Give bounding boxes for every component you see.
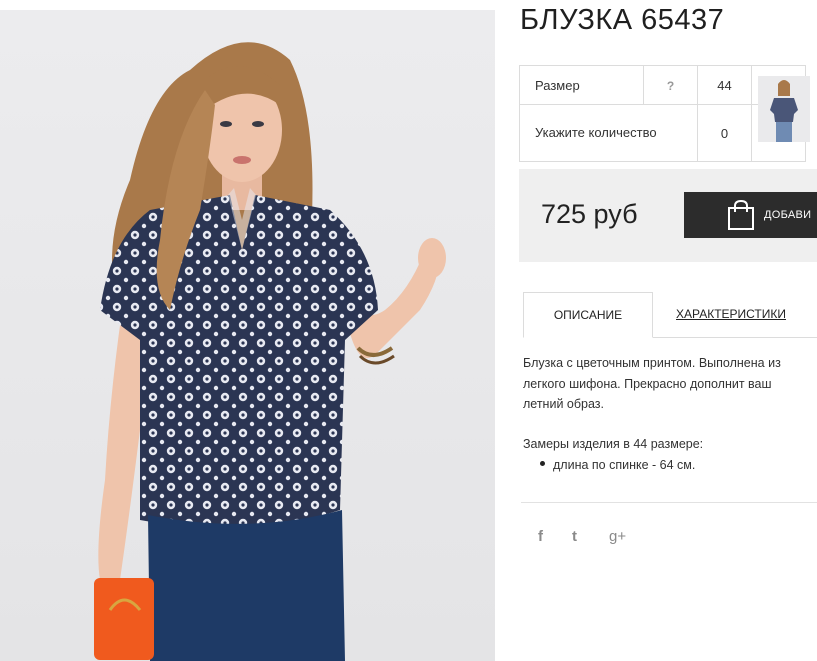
size-help-icon[interactable]: ? (667, 79, 674, 93)
size-option-44[interactable]: 44 (697, 65, 752, 105)
size-label: Размер (519, 65, 644, 105)
thumbnail-model-illustration (770, 80, 798, 142)
model-photo-illustration (94, 42, 446, 661)
tab-characteristics[interactable]: ХАРАКТЕРИСТИКИ (676, 307, 786, 321)
product-description: Блузка с цветочным принтом. Выполнена из… (523, 356, 781, 411)
google-plus-share-icon[interactable]: g+ (609, 528, 626, 545)
product-thumbnail[interactable] (758, 76, 810, 142)
divider (521, 502, 817, 503)
facebook-share-icon[interactable]: f (538, 528, 543, 545)
quantity-label: Укажите количество (519, 104, 698, 162)
measurement-text: длина по спинке - 64 см. (553, 458, 696, 472)
shopping-bag-icon (726, 199, 756, 231)
add-to-cart-label: ДОБАВИ (764, 209, 812, 221)
tab-description[interactable]: ОПИСАНИЕ (523, 292, 653, 338)
product-title: БЛУЗКА 65437 (520, 4, 725, 36)
add-to-cart-button[interactable]: ДОБАВИ (684, 192, 817, 238)
product-main-image[interactable] (0, 10, 495, 661)
bullet-icon (540, 461, 545, 467)
twitter-share-icon[interactable]: t (572, 528, 577, 545)
price-panel: 725 руб ДОБАВИ (519, 169, 817, 262)
measurement-item: длина по спинке - 64 см. (540, 458, 695, 472)
quantity-input-44[interactable]: 0 (697, 104, 752, 162)
product-tabs: ОПИСАНИЕ ХАРАКТЕРИСТИКИ (523, 292, 817, 338)
product-price: 725 руб (541, 199, 638, 229)
measurements-title: Замеры изделия в 44 размере: (523, 437, 704, 451)
